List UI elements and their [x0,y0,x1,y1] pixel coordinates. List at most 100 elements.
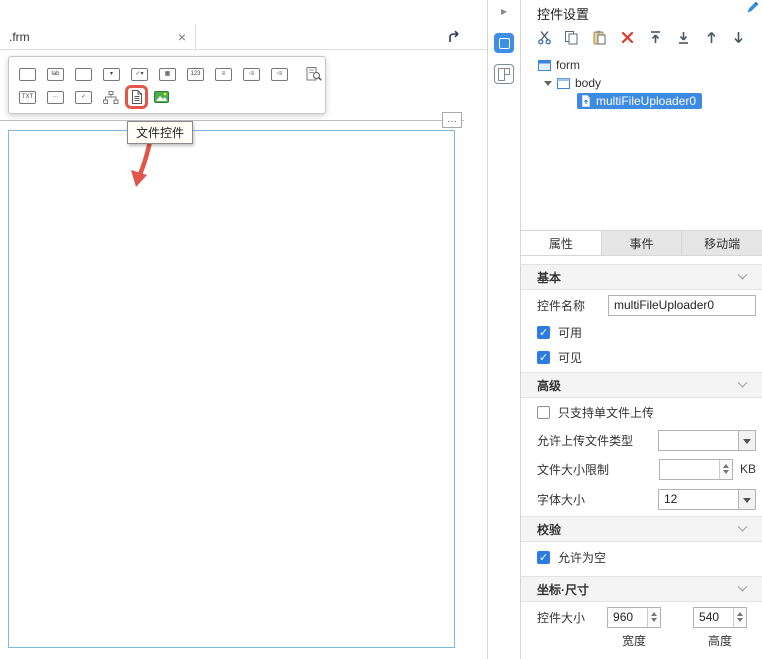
section-validation[interactable]: 校验 [521,516,762,542]
height-spinner [693,606,748,628]
visible-checkbox[interactable] [537,351,550,364]
designer-pane: .frm × … lab ▾ ✓▾ ▦ 123 ≡ ◦≡ ▫≡ TXT ··· … [0,0,488,659]
section-geometry[interactable]: 坐标·尺寸 [521,576,762,602]
widget-size-row: 控件大小 [521,602,762,632]
widget-name-input[interactable] [608,294,756,316]
file-types-dropdown[interactable] [658,429,756,451]
table-icon[interactable]: ▦ [159,67,176,81]
checkbox-group-icon[interactable]: ▫≡ [271,67,288,81]
single-file-row: 只支持单文件上传 [521,398,762,426]
spinner-arrows-icon[interactable] [647,607,661,627]
section-basic[interactable]: 基本 [521,264,762,290]
move-top-icon[interactable] [647,29,663,45]
paste-icon[interactable] [592,29,608,45]
collapse-triangle-icon[interactable] [544,80,552,86]
palette-row-2: TXT ··· ✓ [19,85,315,109]
checkbox-icon[interactable]: ✓ [75,90,92,104]
tab-events[interactable]: 事件 [601,231,683,255]
tree-item-uploader[interactable]: multiFileUploader0 [521,92,762,110]
section-title: 高级 [537,378,562,393]
tab-properties[interactable]: 属性 [521,231,602,255]
button-icon[interactable] [75,67,92,81]
delete-icon[interactable] [620,29,636,45]
chevron-down-icon [737,521,748,532]
tree-icon[interactable] [103,90,119,104]
chevron-down-icon [737,377,748,388]
dropdown-chevron-icon[interactable] [738,489,755,509]
dropdown-icon[interactable]: ▾ [103,67,120,81]
widget-tree: form body multiFileUploader0 [521,56,762,110]
tab-close-icon[interactable]: × [178,30,186,44]
widget-name-row: 控件名称 [521,290,762,320]
text-icon[interactable]: TXT [19,90,36,104]
body-icon [557,77,570,89]
tree-item-label: multiFileUploader0 [596,94,697,108]
size-limit-row: 文件大小限制 KB [521,454,762,484]
font-size-label: 字体大小 [537,492,586,507]
expand-icon[interactable]: ▸ [501,4,507,22]
form-canvas[interactable] [8,130,455,648]
property-tabs: 属性 事件 移动端 [521,230,762,256]
tree-item-label: body [575,76,602,90]
radio-group-icon[interactable]: ◦≡ [243,67,260,81]
parameter-pane-divider [0,120,464,121]
chevron-down-icon [737,581,748,592]
palette-row-1: lab ▾ ✓▾ ▦ 123 ≡ ◦≡ ▫≡ [19,67,322,81]
file-icon[interactable] [130,90,143,104]
document-tabbar: .frm × [0,24,487,50]
selected-tree-item[interactable]: multiFileUploader0 [577,93,703,109]
query-icon[interactable] [306,67,322,81]
label-icon[interactable]: lab [47,67,64,81]
spinner-arrows-icon[interactable] [718,459,732,479]
tree-item-label: form [556,58,580,72]
date-icon[interactable]: ··· [47,90,64,104]
app-window: .frm × … lab ▾ ✓▾ ▦ 123 ≡ ◦≡ ▫≡ TXT ··· … [0,0,762,659]
file-types-row: 允许上传文件类型 [521,426,762,454]
width-height-labels: 宽度 高度 [521,632,762,650]
layout-panel-icon[interactable] [494,64,514,84]
move-down-icon[interactable] [731,29,747,45]
widget-settings-panel: 控件设置 form body multiFileUploader0 属性 事件 … [521,0,762,659]
check-dropdown-icon[interactable]: ✓▾ [131,67,148,81]
enabled-label: 可用 [558,326,583,340]
panel-toolbar [521,26,762,48]
move-up-icon[interactable] [703,29,719,45]
single-file-checkbox[interactable] [537,405,550,419]
number-icon[interactable]: 123 [187,67,204,81]
move-bottom-icon[interactable] [675,29,691,45]
file-icon-highlight [125,85,148,109]
size-limit-label: 文件大小限制 [537,462,610,477]
visible-label: 可见 [558,351,583,365]
edit-pencil-icon[interactable] [746,1,759,14]
tab-frm[interactable]: .frm × [0,24,196,49]
font-size-row: 字体大小 12 [521,484,762,514]
textarea-icon[interactable]: ≡ [215,67,232,81]
tree-item-form[interactable]: form [521,56,762,74]
widget-settings-icon[interactable] [494,33,514,53]
width-label: 宽度 [622,634,647,648]
panel-header: 控件设置 [521,0,762,26]
copy-icon[interactable] [564,29,580,45]
enabled-checkbox[interactable] [537,326,550,339]
widget-name-label: 控件名称 [537,298,586,313]
tree-item-body[interactable]: body [521,74,762,92]
pop-out-icon[interactable] [448,30,463,43]
cut-icon[interactable] [536,29,552,45]
spinner-arrows-icon[interactable] [733,607,747,627]
section-title: 坐标·尺寸 [537,582,589,597]
image-icon[interactable] [154,91,169,103]
more-button[interactable]: … [442,112,462,128]
widget-palette: lab ▾ ✓▾ ▦ 123 ≡ ◦≡ ▫≡ TXT ··· ✓ [8,56,326,114]
size-unit-label: KB [739,462,756,476]
textbox-icon[interactable] [19,67,36,81]
section-title: 校验 [537,522,562,537]
section-advanced[interactable]: 高级 [521,372,762,398]
file-types-label: 允许上传文件类型 [537,433,634,448]
allow-empty-checkbox[interactable] [537,550,550,564]
dropdown-chevron-icon[interactable] [738,430,755,450]
file-types-value [659,431,738,450]
visible-row: 可见 [521,345,762,370]
font-size-dropdown[interactable]: 12 [658,488,756,510]
tab-mobile[interactable]: 移动端 [682,231,762,255]
design-surface: … lab ▾ ✓▾ ▦ 123 ≡ ◦≡ ▫≡ TXT ··· ✓ 文件控件 [0,50,487,659]
